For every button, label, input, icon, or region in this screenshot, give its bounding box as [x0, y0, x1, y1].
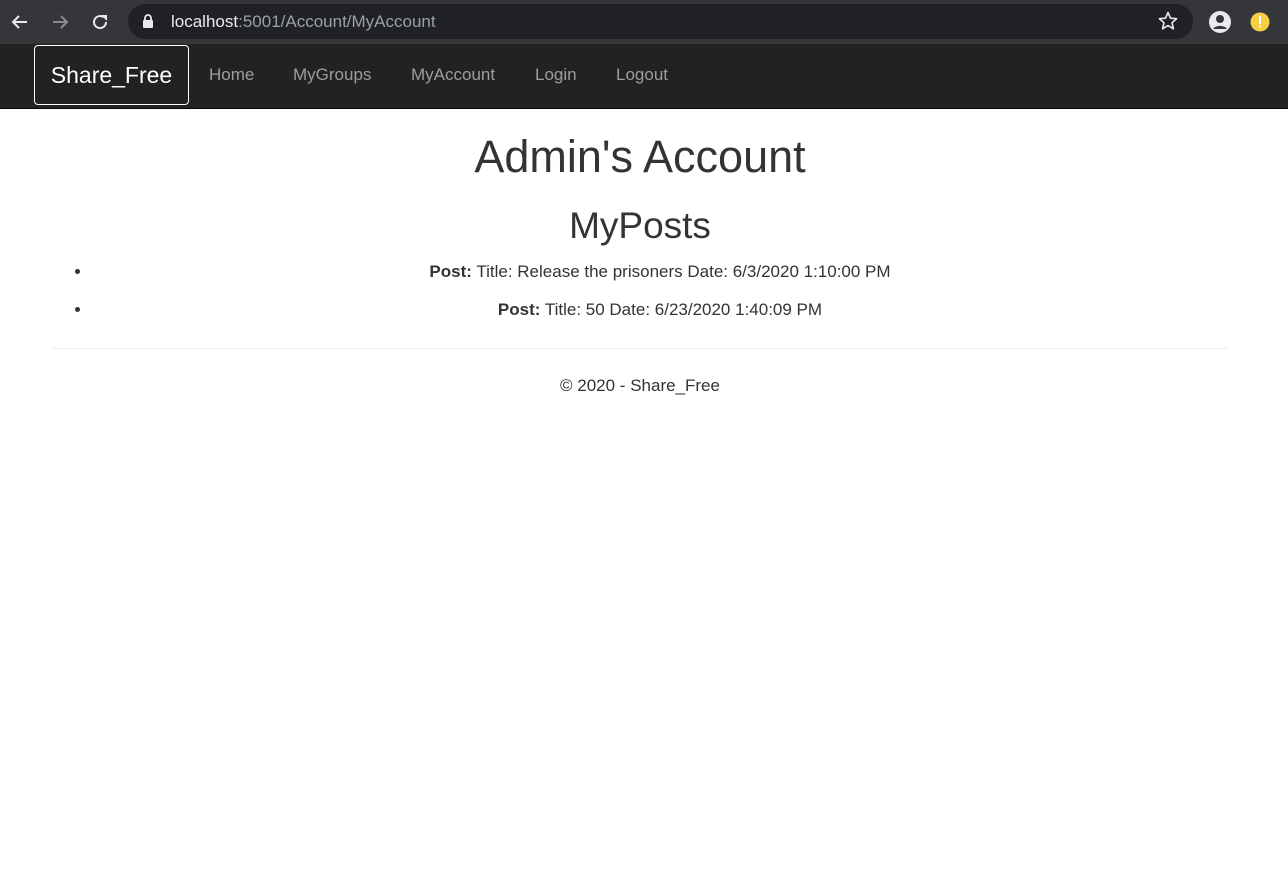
list-item: Post: Title: 50 Date: 6/23/2020 1:40:09 … — [92, 296, 1228, 334]
star-icon[interactable] — [1158, 11, 1178, 31]
nav-link-home[interactable]: Home — [209, 65, 254, 85]
list-item: Post: Title: Release the prisoners Date:… — [92, 258, 1228, 296]
post-label: Post: — [497, 300, 541, 319]
nav-link-myaccount[interactable]: MyAccount — [411, 65, 495, 85]
reload-icon — [93, 15, 108, 30]
address-bar[interactable]: localhost:5001/Account/MyAccount — [128, 4, 1193, 39]
update-alert-icon — [1250, 12, 1270, 32]
nav-link-mygroups[interactable]: MyGroups — [293, 65, 371, 85]
page-title: Admin's Account — [474, 131, 806, 182]
update-alert-button[interactable] — [1244, 6, 1276, 38]
back-button[interactable] — [4, 6, 36, 38]
footer-text: © 2020 - Share_Free — [560, 376, 720, 395]
browser-toolbar: localhost:5001/Account/MyAccount — [0, 0, 1288, 44]
site-navbar: Share_Free Home MyGroups MyAccount Login… — [0, 44, 1288, 109]
post-text: Title: 50 Date: 6/23/2020 1:40:09 PM — [544, 300, 823, 319]
url-path: :5001/Account/MyAccount — [238, 12, 436, 31]
post-list: Post: Title: Release the prisoners Date:… — [52, 258, 1228, 334]
post-text: Title: Release the prisoners Date: 6/3/2… — [476, 262, 891, 281]
lock-icon — [143, 14, 153, 28]
url-host: localhost — [171, 12, 239, 31]
forward-button[interactable] — [44, 6, 76, 38]
back-arrow-icon — [11, 15, 27, 29]
profile-icon — [1209, 11, 1231, 33]
nav-link-logout[interactable]: Logout — [616, 65, 668, 85]
footer-divider — [52, 348, 1228, 349]
forward-arrow-icon — [53, 15, 69, 29]
nav-link-login[interactable]: Login — [535, 65, 577, 85]
url-text: localhost:5001/Account/MyAccount — [171, 12, 436, 32]
reload-button[interactable] — [84, 6, 116, 38]
profile-button[interactable] — [1204, 6, 1236, 38]
brand-link[interactable]: Share_Free — [34, 45, 189, 105]
post-label: Post: — [429, 262, 472, 281]
section-title: MyPosts — [569, 205, 711, 246]
